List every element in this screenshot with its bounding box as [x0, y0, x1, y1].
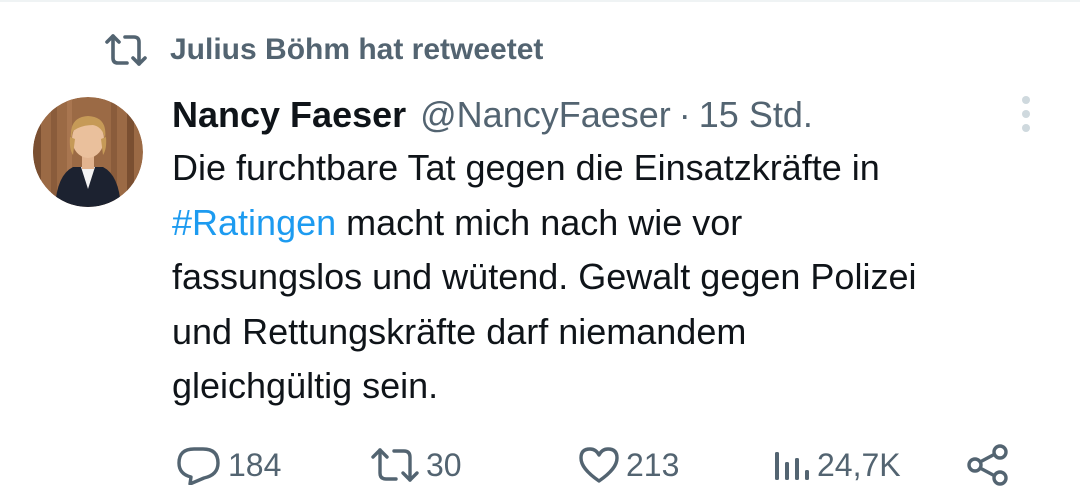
reply-count: 184: [228, 446, 282, 483]
more-vertical-icon: [1022, 96, 1030, 132]
separator-dot: ·: [678, 94, 691, 135]
tweet-actions-bar: 184 30 213 24,7K: [0, 440, 1080, 490]
retweet-button[interactable]: 30: [370, 440, 462, 490]
hashtag-link[interactable]: #Ratingen: [172, 202, 336, 243]
view-count: 24,7K: [817, 446, 901, 483]
tweet-timestamp[interactable]: 15 Std.: [699, 94, 813, 136]
more-options-button[interactable]: [1006, 92, 1046, 136]
like-count: 213: [626, 446, 680, 483]
retweeted-by-label[interactable]: Julius Böhm hat retweetet: [170, 33, 543, 67]
avatar[interactable]: [33, 97, 143, 207]
tweet-text-line: fassungslos und wütend. Gewalt gegen Pol…: [172, 256, 917, 297]
author-name[interactable]: Nancy Faeser: [172, 94, 406, 136]
tweet-text-line: #Ratingen macht mich nach wie vor: [172, 196, 1052, 251]
social-context: Julius Böhm hat retweetet: [104, 30, 543, 70]
tweet-text-line: Die furchtbare Tat gegen die Einsatzkräf…: [172, 147, 880, 188]
tweet-text-line: und Rettungskräfte darf niemandem: [172, 310, 747, 352]
tweet-text-line: gleichgültig sein.: [172, 365, 439, 406]
reply-button[interactable]: 184: [176, 440, 281, 490]
retweet-count: 30: [426, 446, 462, 483]
tweet-text: Die furchtbare Tat gegen die Einsatzkräf…: [172, 141, 1052, 414]
share-button[interactable]: [966, 440, 1010, 490]
analytics-icon: [775, 452, 809, 480]
retweet-icon: [104, 32, 148, 68]
share-icon: [967, 444, 1008, 486]
reply-icon: [177, 447, 220, 485]
author-handle[interactable]: @NancyFaeser: [420, 94, 671, 136]
retweet-icon: [371, 448, 419, 482]
heart-icon: [579, 447, 619, 483]
views-button[interactable]: 24,7K: [773, 440, 901, 490]
tweet-text-fragment: macht mich nach wie vor: [336, 201, 743, 243]
tweet-header: Nancy Faeser @NancyFaeser · 15 Std.: [172, 90, 813, 140]
top-divider: [0, 0, 1080, 2]
like-button[interactable]: 213: [578, 440, 679, 490]
